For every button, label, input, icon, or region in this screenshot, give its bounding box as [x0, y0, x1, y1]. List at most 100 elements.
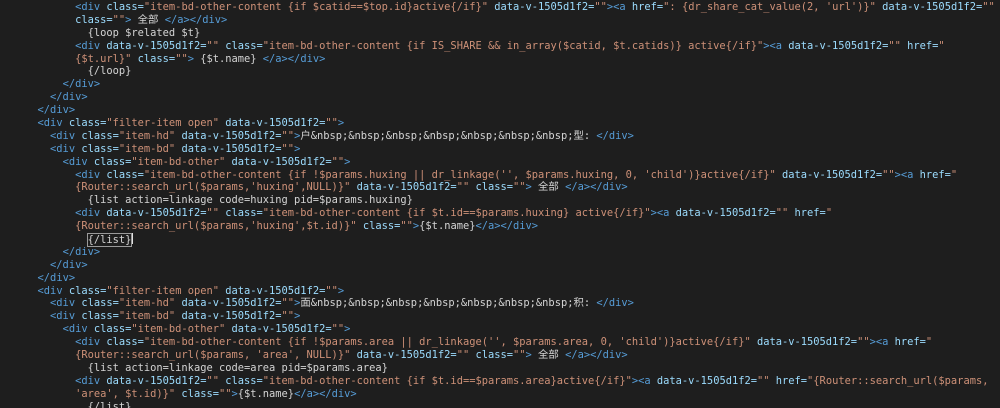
code-token: </div>	[37, 104, 76, 117]
code-token: class=	[75, 13, 113, 26]
code-token: class=	[356, 220, 401, 233]
code-line[interactable]: <div data-v-1505d1f2="" class="item-bd-o…	[0, 207, 1000, 220]
code-line[interactable]: <div class="item-bd-other" data-v-1505d1…	[0, 156, 1000, 169]
code-token: data-v-1505d1f2=	[225, 155, 332, 168]
code-token: href=	[894, 336, 926, 349]
code-line[interactable]: <div class="item-bd-other-content {if !$…	[0, 169, 1000, 182]
code-token: ""	[325, 284, 338, 297]
code-token: {Router::search_url($params,'huxing',NUL…	[75, 181, 351, 194]
code-token: {Router::search_url($params,'huxing',$t.…	[75, 220, 357, 233]
code-line[interactable]: {Router::search_url($params, 'area', NUL…	[0, 349, 1000, 362]
code-line[interactable]: {Router::search_url($params,'huxing',NUL…	[0, 181, 1000, 194]
code-token: <div	[75, 374, 107, 387]
code-line[interactable]: <div class="filter-item open" data-v-150…	[0, 285, 1000, 298]
code-token: class=	[131, 52, 176, 65]
code-token: "	[938, 39, 945, 52]
code-token: ""	[594, 1, 607, 13]
code-line[interactable]: </div>	[0, 259, 1000, 272]
code-line[interactable]: {Router::search_url($params,'huxing',$t.…	[0, 220, 1000, 233]
code-line[interactable]: <div data-v-1505d1f2="" class="item-bd-o…	[0, 375, 1000, 388]
code-token: href=	[788, 207, 826, 220]
code-token: ><a	[869, 336, 895, 349]
code-token: ""	[281, 129, 295, 142]
code-line[interactable]: {/loop}	[0, 65, 1000, 78]
code-token: "	[825, 207, 833, 220]
code-token: "filter-item open"	[106, 284, 219, 297]
code-token: 全部	[538, 349, 566, 362]
code-line[interactable]: {list action=linkage code=area pid=$para…	[0, 362, 1000, 375]
code-token: </a></div>	[164, 13, 228, 26]
code-token: "{Router::search_url($params,	[807, 374, 989, 387]
code-line[interactable]: </div>	[0, 78, 1000, 91]
code-line[interactable]: <div class="filter-item open" data-v-150…	[0, 117, 1000, 130]
code-line[interactable]: </div>	[0, 246, 1000, 259]
code-line[interactable]: <div data-v-1505d1f2="" class="item-bd-o…	[0, 40, 1000, 53]
code-line[interactable]: {/list}	[0, 401, 1000, 408]
code-line[interactable]: {loop $related $t}	[0, 27, 1000, 40]
code-token: >	[294, 310, 301, 323]
code-token: <div	[37, 117, 69, 130]
code-token: >	[337, 117, 345, 130]
code-token: data-v-1505d1f2=	[487, 1, 595, 13]
code-line[interactable]: <div class="item-bd" data-v-1505d1f2="">	[0, 310, 1000, 323]
code-token: <div	[50, 297, 82, 310]
code-token: >	[187, 52, 201, 65]
code-token: ""	[756, 374, 770, 387]
code-line[interactable]: {$t.url}" class=""> {$t.name} </a></div>	[0, 53, 1000, 66]
code-line[interactable]: <div class="item-bd" data-v-1505d1f2="">	[0, 143, 1000, 156]
code-line[interactable]: class=""> 全部 </a></div>	[0, 14, 1000, 27]
code-token: ><a	[894, 168, 920, 181]
code-token: "item-bd"	[118, 142, 176, 155]
code-token: class=	[106, 1, 144, 13]
code-line[interactable]: </div>	[0, 91, 1000, 104]
code-token: </a></div>	[565, 181, 628, 194]
code-token: <div	[75, 168, 107, 181]
code-line[interactable]: {list action=linkage code=huxing pid=$pa…	[0, 194, 1000, 207]
code-token: ""	[281, 142, 295, 155]
code-token: data-v-1505d1f2=	[225, 323, 332, 336]
code-line[interactable]: </div>	[0, 104, 1000, 117]
code-token: ""	[513, 349, 526, 362]
code-token: class=	[218, 39, 263, 52]
code-line[interactable]: <div class="item-bd-other" data-v-1505d1…	[0, 323, 1000, 336]
code-line[interactable]: 'area', $t.id)}" class="">{$t.name}</a><…	[0, 388, 1000, 401]
code-token: <div	[50, 129, 82, 142]
code-editor[interactable]: <div class="item-bd-other-content {if $c…	[0, 0, 1000, 408]
code-token: ""	[325, 117, 338, 130]
code-token: {/loop}	[87, 65, 132, 78]
code-token: </div>	[62, 245, 101, 258]
code-token: {$t.name}	[419, 220, 476, 233]
code-token: >	[125, 13, 138, 26]
code-token: {$t.name}	[237, 387, 295, 400]
code-line[interactable]: </div>	[0, 272, 1000, 285]
code-token: class=	[81, 142, 119, 155]
code-line[interactable]: <div class="item-hd" data-v-1505d1f2="">…	[0, 297, 1000, 310]
code-token: ""	[206, 374, 219, 387]
code-token: "	[925, 336, 933, 349]
code-token: </div>	[596, 129, 634, 142]
code-token: ""	[400, 220, 413, 233]
code-line[interactable]: <div class="item-hd" data-v-1505d1f2="">…	[0, 130, 1000, 143]
code-token: class=	[218, 374, 263, 387]
code-token: data-v-1505d1f2=	[875, 1, 983, 13]
code-token: class=	[469, 349, 514, 362]
code-token: data-v-1505d1f2=	[106, 374, 207, 387]
code-line[interactable]: {/list}	[0, 233, 1000, 248]
code-token: data-v-1505d1f2=	[675, 207, 776, 220]
code-line[interactable]: <div class="item-bd-other-content {if $c…	[0, 1, 1000, 14]
code-token: data-v-1505d1f2=	[175, 297, 282, 310]
code-line[interactable]: <div class="item-bd-other-content {if !$…	[0, 336, 1000, 349]
